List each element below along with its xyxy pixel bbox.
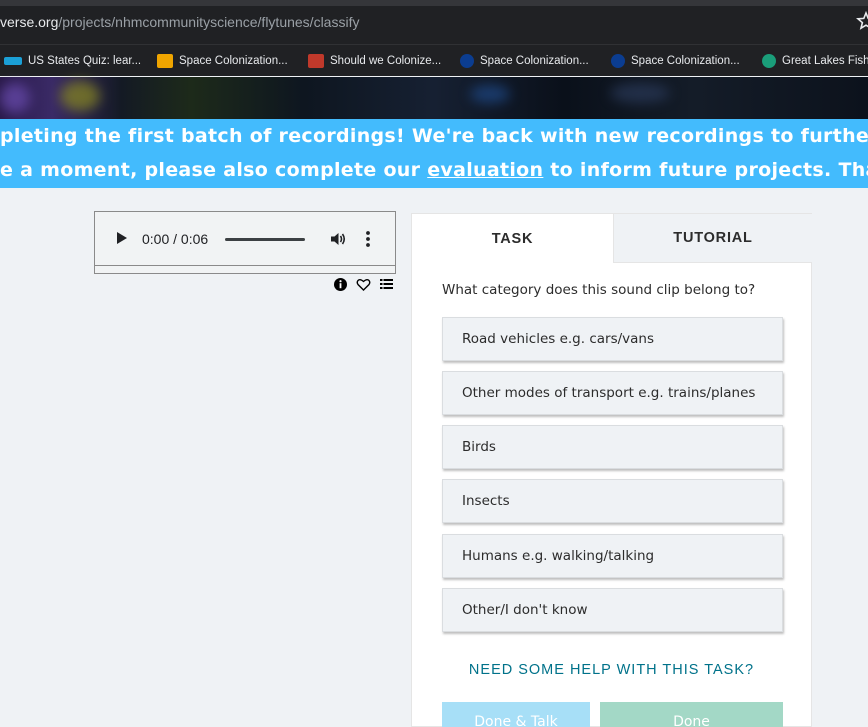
bookmark-label: Space Colonization... (179, 55, 288, 67)
tab-strip-edge (0, 0, 868, 6)
bookmark-label: Space Colonization... (631, 55, 740, 67)
evaluation-link[interactable]: evaluation (427, 159, 543, 181)
leaf-icon (762, 54, 776, 68)
done-and-talk-button[interactable]: Done & Talk (442, 702, 590, 727)
heart-icon[interactable] (356, 277, 371, 292)
bookmark-space-colonization-procon[interactable]: Space Colonization... (157, 53, 288, 69)
answer-road-vehicles[interactable]: Road vehicles e.g. cars/vans (442, 317, 783, 361)
project-hero-image (0, 77, 868, 119)
done-button[interactable]: Done (600, 702, 783, 727)
answer-humans[interactable]: Humans e.g. walking/talking (442, 534, 783, 578)
bookmarks-bar: US States Quiz: lear... Space Colonizati… (0, 44, 868, 76)
banner-line-2: e a moment, please also complete our eva… (0, 159, 868, 181)
cisco-icon (4, 57, 22, 65)
collections-list-icon[interactable] (379, 277, 394, 292)
nasa-icon (611, 54, 625, 68)
volume-icon[interactable] (329, 230, 347, 248)
subject-tools (333, 276, 394, 292)
banner-line-1: pleting the first batch of recordings! W… (0, 125, 868, 147)
task-panel: TASK TUTORIAL What category does this so… (411, 213, 812, 727)
url-host: verse.org (0, 14, 59, 30)
bookmark-label: Should we Colonize... (330, 55, 442, 67)
task-question: What category does this sound clip belon… (442, 282, 756, 298)
tab-tutorial[interactable]: TUTORIAL (613, 214, 812, 263)
bookmark-label: Great Lakes Fish (782, 55, 868, 67)
bookmark-label: Space Colonization... (480, 55, 589, 67)
task-help-link[interactable]: NEED SOME HELP WITH THIS TASK? (412, 662, 811, 678)
audio-player: 0:00 / 0:06 (94, 211, 396, 274)
playback-time: 0:00 / 0:06 (142, 231, 209, 247)
answer-birds[interactable]: Birds (442, 425, 783, 469)
bookmark-space-colonization-nasa[interactable]: Space Colonization... (460, 53, 589, 69)
bookmark-star-icon[interactable] (856, 11, 868, 31)
more-options-icon[interactable] (365, 230, 371, 248)
page-icon (308, 54, 324, 68)
tab-task[interactable]: TASK (412, 214, 613, 263)
answer-insects[interactable]: Insects (442, 479, 783, 523)
procon-icon (157, 54, 173, 68)
audio-controls: 0:00 / 0:06 (95, 212, 395, 266)
banner-text: e a moment, please also complete our (0, 159, 428, 181)
bookmark-great-lakes-fish[interactable]: Great Lakes Fish (762, 53, 868, 69)
answer-other-unknown[interactable]: Other/I don't know (442, 588, 783, 632)
answer-other-transport[interactable]: Other modes of transport e.g. trains/pla… (442, 371, 783, 415)
bookmark-label: US States Quiz: lear... (28, 55, 142, 67)
play-icon[interactable] (117, 232, 127, 244)
announcement-banner: pleting the first batch of recordings! W… (0, 119, 868, 188)
seek-slider[interactable] (225, 238, 305, 241)
bookmark-us-states-quiz[interactable]: US States Quiz: lear... (4, 53, 141, 69)
bookmark-space-colonization-nasa-2[interactable]: Space Colonization... (611, 53, 740, 69)
bookmark-should-we-colonize[interactable]: Should we Colonize... (308, 53, 441, 69)
url-path: /projects/nhmcommunityscience/flytunes/c… (58, 14, 360, 30)
url-field[interactable]: verse.org/projects/nhmcommunityscience/f… (0, 14, 359, 30)
info-icon[interactable] (333, 277, 348, 292)
browser-address-bar[interactable]: verse.org/projects/nhmcommunityscience/f… (0, 0, 868, 44)
banner-text: to inform future projects. Thank you (550, 159, 868, 181)
nasa-icon (460, 54, 474, 68)
